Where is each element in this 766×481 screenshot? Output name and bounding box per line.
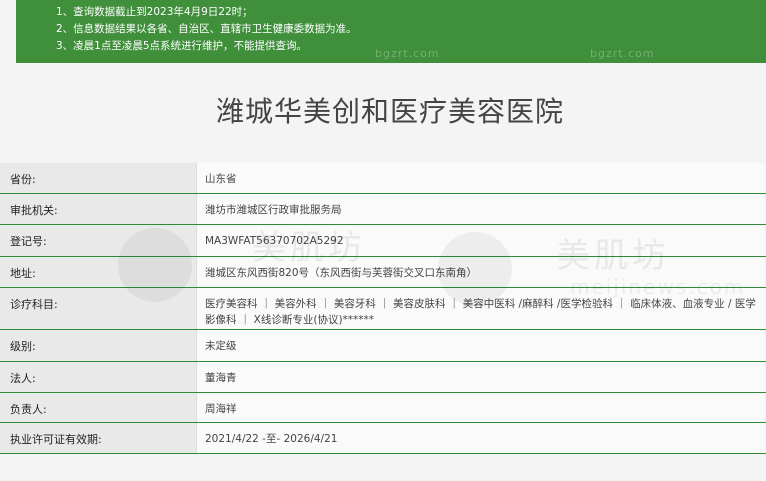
- table-row: 执业许可证有效期: 2021/4/22 -至- 2026/4/21: [0, 423, 766, 454]
- info-table: 省份: 山东省 审批机关: 潍坊市潍城区行政审批服务局 登记号: MA3WFAT…: [0, 163, 766, 454]
- field-value: 潍城区东风西街820号（东风西街与芙蓉街交叉口东南角）: [196, 257, 766, 287]
- field-label: 法人:: [0, 362, 196, 392]
- hospital-name: 潍城华美创和医疗美容医院: [215, 95, 564, 128]
- field-label: 执业许可证有效期:: [0, 423, 196, 453]
- field-value: 山东省: [196, 163, 766, 193]
- field-label: 负责人:: [0, 393, 196, 422]
- field-label: 省份:: [0, 163, 196, 193]
- field-label: 登记号:: [0, 225, 196, 256]
- notice-line: 1、查询数据截止到2023年4月9日22时；: [56, 6, 253, 18]
- table-row: 负责人: 周海祥: [0, 393, 766, 423]
- field-value: MA3WFAT56370702A5292: [196, 225, 766, 256]
- field-value: 周海祥: [196, 393, 766, 422]
- table-row: 法人: 董海青: [0, 362, 766, 393]
- field-value: 未定级: [196, 330, 766, 361]
- notice-watermark: bgzrt.com: [590, 47, 655, 60]
- table-row: 审批机关: 潍坊市潍城区行政审批服务局: [0, 194, 766, 225]
- field-value: 2021/4/22 -至- 2026/4/21: [196, 423, 766, 453]
- field-label: 诊疗科目:: [0, 288, 196, 329]
- table-row: 诊疗科目: 医疗美容科 ｜ 美容外科 ｜ 美容牙科 ｜ 美容皮肤科 ｜ 美容中医…: [0, 288, 766, 330]
- field-label: 级别:: [0, 330, 196, 361]
- table-row: 登记号: MA3WFAT56370702A5292: [0, 225, 766, 257]
- field-value: 医疗美容科 ｜ 美容外科 ｜ 美容牙科 ｜ 美容皮肤科 ｜ 美容中医科 /麻醉科…: [196, 288, 766, 329]
- notice-watermark: bgzrt.com: [375, 47, 440, 60]
- table-row: 省份: 山东省: [0, 163, 766, 194]
- table-row: 级别: 未定级: [0, 330, 766, 362]
- notice-line: 2、信息数据结果以各省、自治区、直辖市卫生健康委数据为准。: [56, 23, 357, 35]
- table-row: 地址: 潍城区东风西街820号（东风西街与芙蓉街交叉口东南角）: [0, 257, 766, 288]
- field-label: 审批机关:: [0, 194, 196, 224]
- field-value: 潍坊市潍城区行政审批服务局: [196, 194, 766, 224]
- field-label: 地址:: [0, 257, 196, 287]
- field-value: 董海青: [196, 362, 766, 392]
